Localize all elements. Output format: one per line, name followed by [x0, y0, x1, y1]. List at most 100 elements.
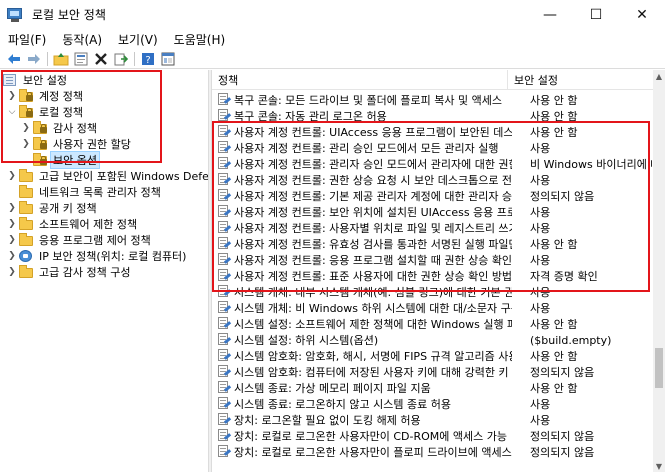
folder-lock-icon [32, 153, 48, 167]
table-row[interactable]: 시스템 개체: 비 Windows 하위 시스템에 대한 대/소문자 구분 안 … [212, 300, 653, 316]
menu-action[interactable]: 동작(A) [54, 31, 110, 48]
tree-node-software-restriction[interactable]: ❯ 소프트웨어 제한 정책 [6, 216, 140, 232]
column-header-security-setting[interactable]: 보안 설정 [508, 70, 648, 90]
tree-node-security-settings[interactable]: 보안 설정 [2, 72, 70, 88]
table-row[interactable]: 사용자 계정 컨트롤: 보안 위치에 설치된 UIAccess 응용 프로그램만… [212, 204, 653, 220]
table-row[interactable]: 복구 콘솔: 모든 드라이브 및 폴더에 플로피 복사 및 액세스 사용 안 함 [212, 92, 653, 108]
export-list-button[interactable] [111, 50, 131, 68]
expand-chevron-icon[interactable]: ❯ [20, 120, 32, 136]
scroll-down-arrow-icon[interactable]: ▼ [653, 460, 665, 472]
maximize-button[interactable]: ☐ [573, 0, 619, 29]
menu-help[interactable]: 도움말(H) [166, 31, 234, 48]
tree-node-local-policies[interactable]: ⌵ 로컬 정책 [6, 104, 86, 120]
list-header: 정책 보안 설정 [212, 70, 665, 90]
security-setting-value: 사용 안 함 [530, 126, 578, 139]
folder-icon [18, 265, 34, 279]
security-setting-value: 정의되지 않음 [530, 446, 595, 459]
tree-node-network-list-manager[interactable]: 네트워크 목록 관리자 정책 [6, 184, 164, 200]
tree-node-user-rights-assignment[interactable]: ❯ 사용자 권한 할당 [20, 136, 134, 152]
security-setting-value: 정의되지 않음 [530, 190, 595, 203]
expand-chevron-icon[interactable]: ❯ [6, 264, 18, 280]
menu-file[interactable]: 파일(F) [0, 31, 54, 48]
table-row[interactable]: 사용자 계정 컨트롤: 관리자 승인 모드에서 관리자에 대한 권한 상승 비 W… [212, 156, 653, 172]
table-row[interactable]: 시스템 종료: 가상 메모리 페이지 파일 지움 사용 안 함 [212, 380, 653, 396]
table-row[interactable]: 사용자 계정 컨트롤: 표준 사용자에 대한 권한 상승 확인 방법 자격 증명 … [212, 268, 653, 284]
policy-name: 시스템 개체: 내부 시스템 개체(예: 심볼 링크)에 대한 기본 권한 강화 [234, 286, 512, 299]
policy-name: 시스템 암호화: 암호화, 해시, 서명에 FIPS 규격 알고리즘 사용 [234, 350, 512, 363]
policy-name: 장치: 로그온할 필요 없이 도킹 해제 허용 [234, 414, 421, 427]
policy-name: 시스템 종료: 가상 메모리 페이지 파일 지움 [234, 382, 431, 395]
expand-chevron-icon[interactable]: ❯ [6, 216, 18, 232]
table-row[interactable]: 사용자 계정 컨트롤: 관리 승인 모드에서 모든 관리자 실행 사용 [212, 140, 653, 156]
table-row[interactable]: 사용자 계정 컨트롤: 권한 상승 요청 시 보안 데스크톱으로 전환 사용 [212, 172, 653, 188]
expand-chevron-icon[interactable]: ❯ [6, 200, 18, 216]
tree-node-application-control[interactable]: ❯ 응용 프로그램 제어 정책 [6, 232, 154, 248]
table-row[interactable]: 시스템 설정: 하위 시스템(옵션) ($build.empty) [212, 332, 653, 348]
tree-node-advanced-audit-policy[interactable]: ❯ 고급 감사 정책 구성 [6, 264, 133, 280]
table-row[interactable]: 시스템 설정: 소프트웨어 제한 정책에 대한 Windows 실행 파일의 사용… [212, 316, 653, 332]
forward-button[interactable] [24, 50, 44, 68]
policy-name: 복구 콘솔: 자동 관리 로그온 허용 [234, 110, 387, 123]
security-setting-value: 사용 안 함 [530, 94, 578, 107]
table-row[interactable]: 장치: 로컬로 로그온한 사용자만이 플로피 드라이브에 액세스 가능 정의되지 … [212, 444, 653, 460]
table-row[interactable]: 시스템 암호화: 컴퓨터에 저장된 사용자 키에 대해 강력한 키 보호 정의되지… [212, 364, 653, 380]
policy-name: 시스템 종료: 로그온하지 않고 시스템 종료 허용 [234, 398, 451, 411]
tree-node-account-policies[interactable]: ❯ 계정 정책 [6, 88, 86, 104]
security-setting-value: 사용 [530, 302, 551, 315]
policy-setting-icon [216, 92, 232, 108]
scrollbar-thumb[interactable] [655, 348, 663, 388]
minimize-button[interactable]: — [527, 0, 573, 29]
table-row[interactable]: 시스템 암호화: 암호화, 해시, 서명에 FIPS 규격 알고리즘 사용 사용 … [212, 348, 653, 364]
policy-setting-icon [216, 252, 232, 268]
policy-setting-icon [216, 380, 232, 396]
table-row[interactable]: 사용자 계정 컨트롤: 유효성 검사를 통과한 서명된 실행 파일만 사용 안 함 [212, 236, 653, 252]
security-setting-value: 사용 안 함 [530, 350, 578, 363]
policy-name: 장치: 로컬로 로그온한 사용자만이 CD-ROM에 액세스 가능 [234, 430, 507, 443]
tree-node-public-key-policies[interactable]: ❯ 공개 키 정책 [6, 200, 100, 216]
window-title: 로컬 보안 정책 [32, 8, 106, 22]
tree-node-ip-security-policies[interactable]: ❯ IP 보안 정책(위치: 로컬 컴퓨터) [6, 248, 189, 264]
table-row[interactable]: 사용자 계정 컨트롤: 기본 제공 관리자 계정에 대한 관리자 승인 모드 정의… [212, 188, 653, 204]
menu-view[interactable]: 보기(V) [110, 31, 166, 48]
tree-node-windows-defender-firewall[interactable]: ❯ 고급 보안이 포함된 Windows Defender [6, 168, 208, 184]
expand-chevron-icon[interactable]: ❯ [6, 248, 18, 264]
close-button[interactable]: ✕ [619, 0, 665, 29]
security-setting-value: 사용 안 함 [530, 318, 578, 331]
table-row[interactable]: 장치: 로그온할 필요 없이 도킹 해제 허용 사용 [212, 412, 653, 428]
delete-button[interactable] [91, 50, 111, 68]
show-hide-console-tree-button[interactable] [158, 50, 178, 68]
policy-setting-icon [216, 220, 232, 236]
expand-chevron-icon[interactable]: ❯ [6, 168, 18, 184]
scroll-up-arrow-icon[interactable]: ▲ [653, 70, 665, 82]
folder-lock-icon [32, 137, 48, 151]
help-button[interactable]: ? [138, 50, 158, 68]
policy-setting-icon [216, 268, 232, 284]
back-button[interactable] [4, 50, 24, 68]
up-one-level-button[interactable] [51, 50, 71, 68]
policy-setting-icon [216, 428, 232, 444]
collapse-chevron-icon[interactable]: ⌵ [6, 104, 18, 120]
expand-chevron-icon[interactable]: ❯ [20, 136, 32, 152]
policy-name: 복구 콘솔: 모든 드라이브 및 폴더에 플로피 복사 및 액세스 [234, 94, 502, 107]
table-row[interactable]: 복구 콘솔: 자동 관리 로그온 허용 사용 안 함 [212, 108, 653, 124]
delete-icon [95, 52, 107, 65]
table-row[interactable]: 시스템 개체: 내부 시스템 개체(예: 심볼 링크)에 대한 기본 권한 강화… [212, 284, 653, 300]
tree-node-audit-policy[interactable]: ❯ 감사 정책 [20, 120, 100, 136]
security-setting-value: 정의되지 않음 [530, 430, 595, 443]
table-row[interactable]: 사용자 계정 컨트롤: 사용자별 위치로 파일 및 레지스트리 쓰기 실패 사용 [212, 220, 653, 236]
security-setting-value: 사용 [530, 206, 551, 219]
vertical-scrollbar[interactable]: ▲ ▼ [653, 70, 665, 472]
table-row[interactable]: 시스템 종료: 로그온하지 않고 시스템 종료 허용 사용 [212, 396, 653, 412]
table-row[interactable]: 사용자 계정 컨트롤: UIAccess 응용 프로그램이 보안된 데스크톱을 사… [212, 124, 653, 140]
column-header-policy[interactable]: 정책 [212, 70, 508, 90]
table-row[interactable]: 사용자 계정 컨트롤: 응용 프로그램 설치할 때 권한 상승 확인 사용 [212, 252, 653, 268]
title-bar: 로컬 보안 정책 — ☐ ✕ [0, 0, 665, 29]
security-setting-value: 사용 안 함 [530, 238, 578, 251]
expand-chevron-icon[interactable]: ❯ [6, 88, 18, 104]
table-row[interactable]: 장치: 로컬로 로그온한 사용자만이 CD-ROM에 액세스 가능 정의되지 않음 [212, 428, 653, 444]
policy-setting-icon [216, 348, 232, 364]
expand-chevron-icon[interactable]: ❯ [6, 232, 18, 248]
tree-node-security-options[interactable]: 보안 옵션 [20, 151, 100, 169]
properties-button[interactable] [71, 50, 91, 68]
toolbar-separator [47, 51, 48, 66]
